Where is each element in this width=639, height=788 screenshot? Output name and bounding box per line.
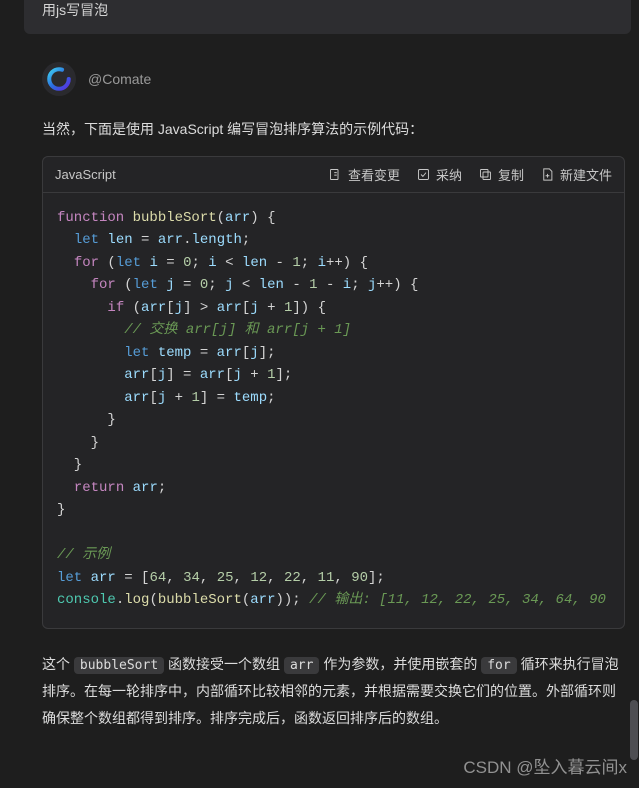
inline-code-for: for	[481, 657, 516, 674]
comate-logo-icon	[46, 66, 72, 92]
watermark: CSDN @坠入暮云间x	[463, 753, 627, 778]
code-line: let len = arr.length;	[57, 229, 610, 252]
code-line	[57, 522, 610, 545]
code-line: }	[57, 409, 610, 432]
code-line: }	[57, 432, 610, 455]
accept-button[interactable]: 采纳	[416, 165, 462, 184]
inline-code-arr: arr	[284, 657, 319, 674]
code-line: for (let i = 0; i < len - 1; i++) {	[57, 252, 610, 275]
left-rail	[0, 0, 24, 788]
desc-text-2: 函数接受一个数组	[164, 656, 284, 672]
code-line: // 交换 arr[j] 和 arr[j + 1]	[57, 319, 610, 342]
scrollbar-track[interactable]	[629, 0, 639, 788]
code-actions: 查看变更 采纳 复制 新建文件	[328, 165, 612, 184]
code-line: if (arr[j] > arr[j + 1]) {	[57, 297, 610, 320]
code-line: // 示例	[57, 544, 610, 567]
code-line: let temp = arr[j];	[57, 342, 610, 365]
code-line: console.log(bubbleSort(arr)); // 输出: [11…	[57, 589, 610, 612]
assistant-username: @Comate	[88, 71, 151, 87]
code-header: JavaScript 查看变更 采纳 复制	[43, 157, 624, 193]
intro-text: 当然，下面是使用 JavaScript 编写冒泡排序算法的示例代码：	[42, 118, 625, 142]
view-changes-button[interactable]: 查看变更	[328, 165, 400, 184]
description-paragraph: 这个 bubbleSort 函数接受一个数组 arr 作为参数，并使用嵌套的 f…	[42, 651, 625, 733]
scrollbar-thumb[interactable]	[630, 700, 638, 760]
user-message: 用js写冒泡	[24, 0, 631, 34]
copy-icon	[478, 167, 493, 182]
file-plus-icon	[540, 167, 555, 182]
inline-code-bubblesort: bubbleSort	[74, 657, 164, 674]
new-file-button[interactable]: 新建文件	[540, 165, 612, 184]
code-line: let arr = [64, 34, 25, 12, 22, 11, 90];	[57, 567, 610, 590]
code-line: function bubbleSort(arr) {	[57, 207, 610, 230]
avatar-row: @Comate	[42, 62, 625, 96]
view-changes-label: 查看变更	[348, 165, 400, 184]
code-line: for (let j = 0; j < len - 1 - i; j++) {	[57, 274, 610, 297]
code-body[interactable]: function bubbleSort(arr) { let len = arr…	[43, 193, 624, 628]
language-label: JavaScript	[55, 167, 328, 182]
code-card: JavaScript 查看变更 采纳 复制	[42, 156, 625, 629]
code-line: arr[j] = arr[j + 1];	[57, 364, 610, 387]
new-file-label: 新建文件	[560, 165, 612, 184]
user-message-text: 用js写冒泡	[42, 2, 108, 18]
copy-label: 复制	[498, 165, 524, 184]
assistant-message: @Comate 当然，下面是使用 JavaScript 编写冒泡排序算法的示例代…	[24, 34, 639, 743]
chat-main: 用js写冒泡 @Comate 当然，下面是使用 JavaScript 编写冒泡排…	[24, 0, 639, 788]
code-line: arr[j + 1] = temp;	[57, 387, 610, 410]
avatar	[42, 62, 76, 96]
desc-text-3: 作为参数，并使用嵌套的	[319, 656, 481, 672]
check-icon	[416, 167, 431, 182]
diff-icon	[328, 167, 343, 182]
code-line: }	[57, 454, 610, 477]
code-line: return arr;	[57, 477, 610, 500]
copy-button[interactable]: 复制	[478, 165, 524, 184]
code-line: }	[57, 499, 610, 522]
accept-label: 采纳	[436, 165, 462, 184]
desc-text-1: 这个	[42, 656, 74, 672]
